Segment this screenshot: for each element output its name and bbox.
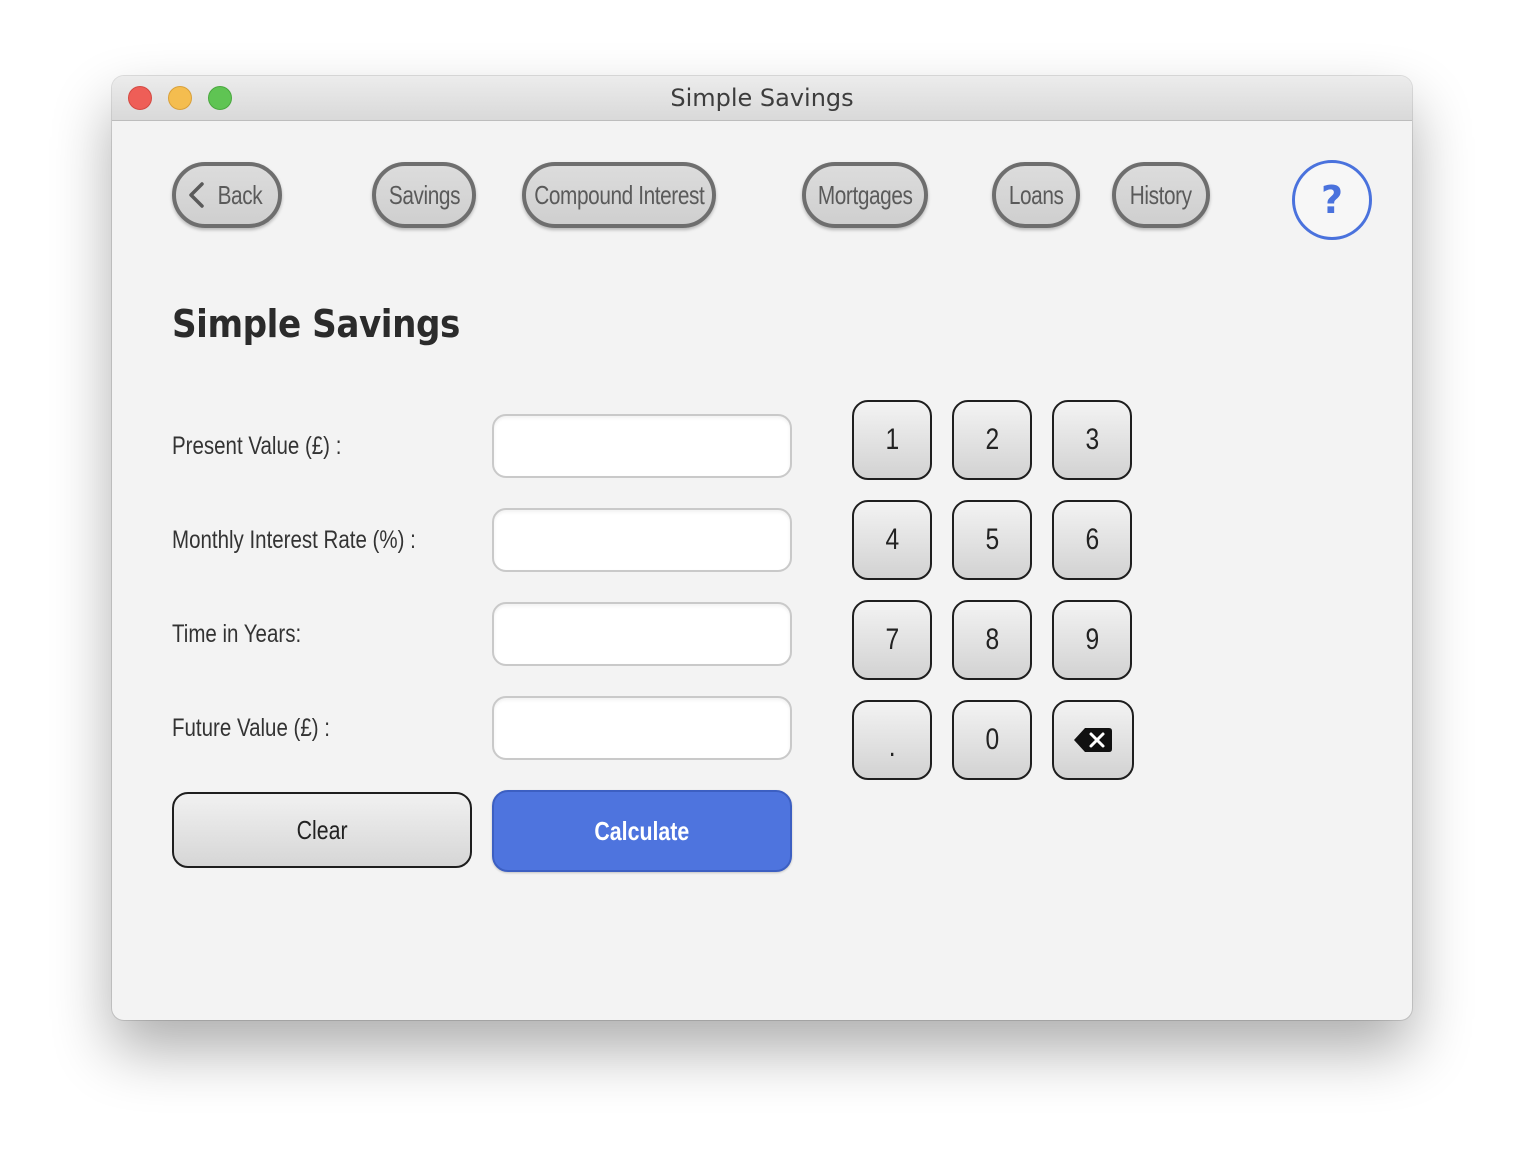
back-button-label: Back xyxy=(217,179,263,210)
keypad-4-label: 4 xyxy=(885,523,899,556)
savings-button[interactable]: Savings xyxy=(372,162,476,228)
window-title: Simple Savings xyxy=(670,84,854,112)
savings-button-label: Savings xyxy=(388,179,460,210)
keypad-3[interactable]: 3 xyxy=(1052,400,1132,480)
monthly-interest-rate-label: Monthly Interest Rate (%) : xyxy=(172,526,416,554)
present-value-label: Present Value (£) : xyxy=(172,432,342,460)
keypad-5-label: 5 xyxy=(985,523,999,556)
keypad-9[interactable]: 9 xyxy=(1052,600,1132,680)
keypad-decimal[interactable]: . xyxy=(852,700,932,780)
keypad-3-label: 3 xyxy=(1085,423,1099,456)
page-title: Simple Savings xyxy=(172,302,460,346)
keypad-2[interactable]: 2 xyxy=(952,400,1032,480)
time-in-years-input[interactable] xyxy=(492,602,792,666)
keypad-backspace[interactable] xyxy=(1052,700,1134,780)
keypad-9-label: 9 xyxy=(1085,623,1099,656)
keypad-8[interactable]: 8 xyxy=(952,600,1032,680)
back-button[interactable]: Back xyxy=(172,162,282,228)
keypad-7[interactable]: 7 xyxy=(852,600,932,680)
backspace-icon xyxy=(1074,728,1112,752)
calculate-button[interactable]: Calculate xyxy=(492,790,792,872)
clear-button[interactable]: Clear xyxy=(172,792,472,868)
future-value-input[interactable] xyxy=(492,696,792,760)
chevron-left-icon xyxy=(189,182,204,208)
keypad-1-label: 1 xyxy=(885,423,899,456)
keypad-6[interactable]: 6 xyxy=(1052,500,1132,580)
mortgages-button[interactable]: Mortgages xyxy=(802,162,928,228)
keypad-0-label: 0 xyxy=(985,723,999,756)
loans-button[interactable]: Loans xyxy=(992,162,1080,228)
keypad-0[interactable]: 0 xyxy=(952,700,1032,780)
compound-interest-button[interactable]: Compound Interest xyxy=(522,162,716,228)
title-bar: Simple Savings xyxy=(112,76,1412,121)
calculate-button-label: Calculate xyxy=(594,815,690,846)
time-in-years-label: Time in Years: xyxy=(172,620,302,648)
keypad-1[interactable]: 1 xyxy=(852,400,932,480)
keypad-8-label: 8 xyxy=(985,623,999,656)
keypad-6-label: 6 xyxy=(1085,523,1099,556)
keypad-decimal-label: . xyxy=(888,730,896,763)
compound-interest-button-label: Compound Interest xyxy=(533,179,705,210)
present-value-input[interactable] xyxy=(492,414,792,478)
history-button[interactable]: History xyxy=(1112,162,1210,228)
future-value-label: Future Value (£) : xyxy=(172,714,331,742)
help-icon: ? xyxy=(1320,178,1344,222)
monthly-interest-rate-input[interactable] xyxy=(492,508,792,572)
history-button-label: History xyxy=(1130,179,1192,210)
keypad-5[interactable]: 5 xyxy=(952,500,1032,580)
keypad-7-label: 7 xyxy=(885,623,899,656)
keypad-2-label: 2 xyxy=(985,423,999,456)
mortgages-button-label: Mortgages xyxy=(817,179,913,210)
app-window: Simple Savings Back Savings Compound Int… xyxy=(112,76,1412,1020)
clear-button-label: Clear xyxy=(296,814,348,845)
help-button[interactable]: ? xyxy=(1292,160,1372,240)
keypad-4[interactable]: 4 xyxy=(852,500,932,580)
loans-button-label: Loans xyxy=(1008,179,1064,210)
